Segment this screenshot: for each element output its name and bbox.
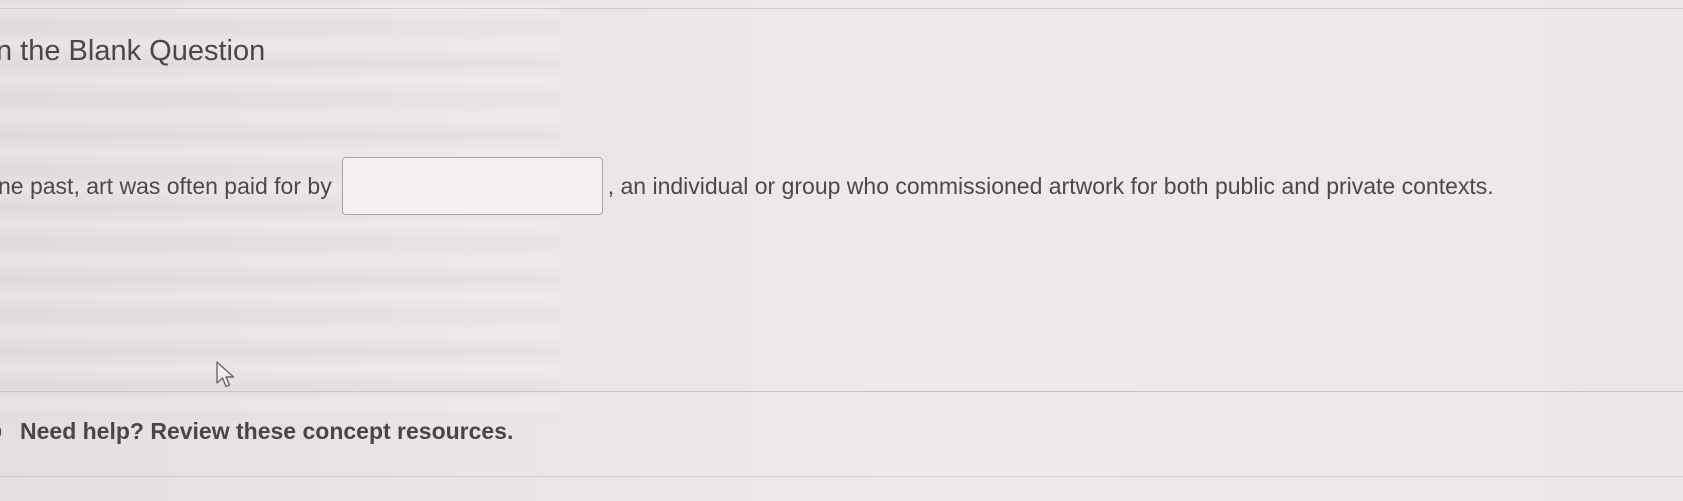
blank-answer-input[interactable] xyxy=(341,157,603,215)
mouse-pointer-icon xyxy=(216,361,235,388)
help-circle-icon xyxy=(0,427,2,436)
question-text-after: , an individual or group who commissione… xyxy=(607,172,1494,199)
section-divider xyxy=(0,391,1683,392)
help-resources-label[interactable]: Need help? Review these concept resource… xyxy=(20,418,513,445)
top-divider xyxy=(0,8,1683,9)
fill-in-blank-question: ne past, art was often paid for by , an … xyxy=(0,157,1494,215)
question-text-before: ne past, art was often paid for by xyxy=(0,172,332,199)
bottom-divider xyxy=(0,476,1683,477)
help-resources-link[interactable]: Need help? Review these concept resource… xyxy=(0,418,513,445)
page-title: n the Blank Question xyxy=(0,35,266,67)
